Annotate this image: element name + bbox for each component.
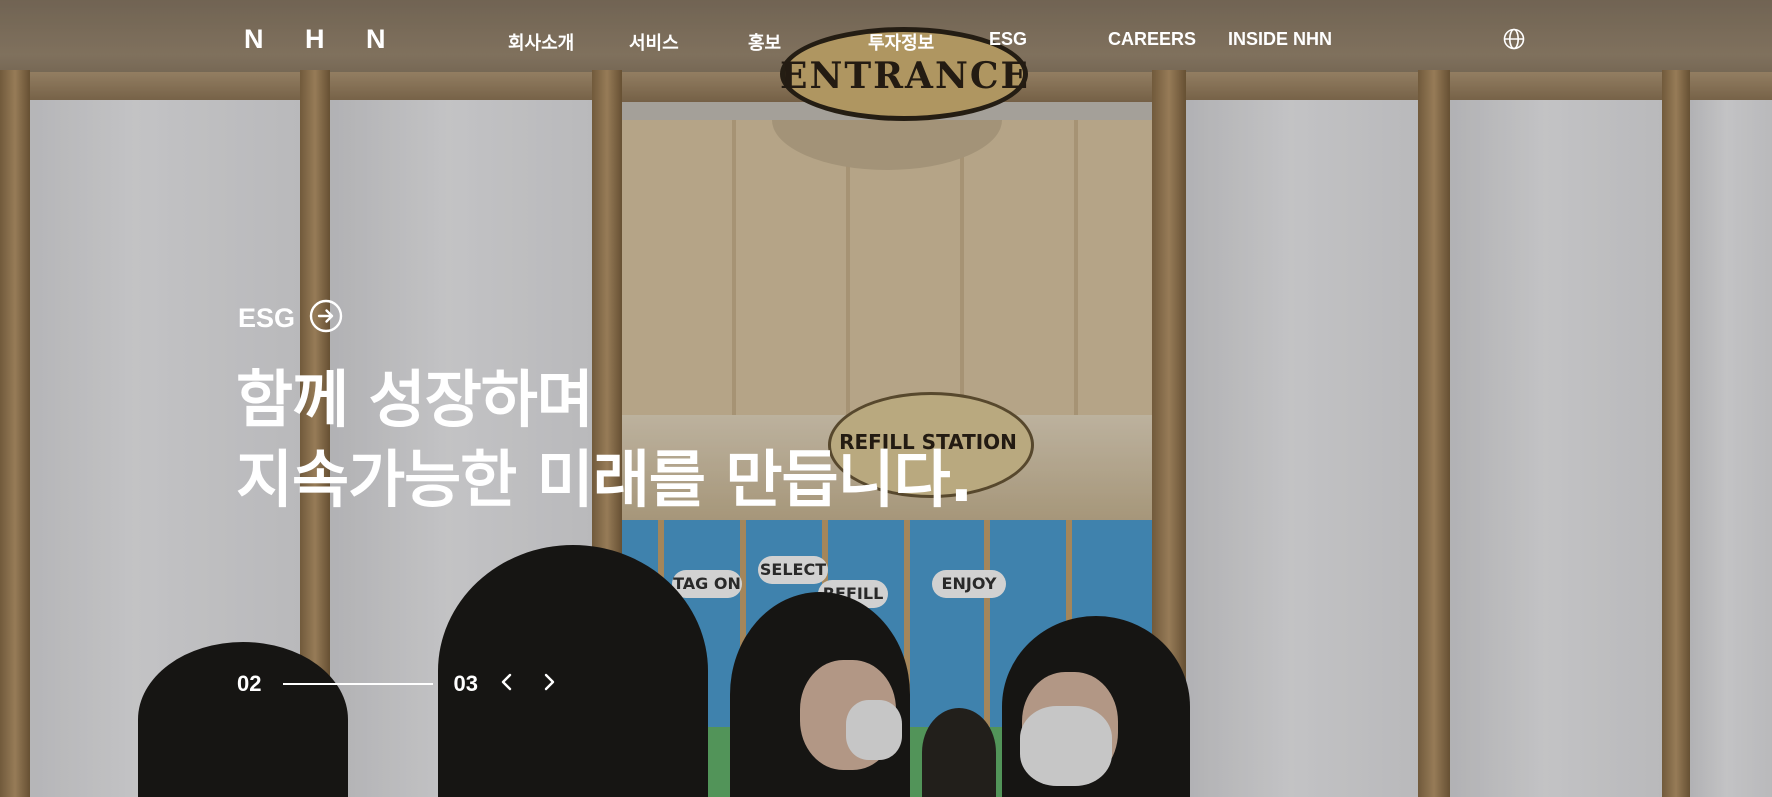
- nav-investors[interactable]: 투자정보: [868, 29, 934, 53]
- site-header: N H N 회사소개 서비스 홍보 투자정보 ESG CAREERS INSID…: [0, 0, 1772, 80]
- hero-category-label: ESG: [238, 302, 296, 333]
- slide-progress-bar: [283, 683, 434, 685]
- hero-title: 함께 성장하며 지속가능한 미래를 만듭니다.: [236, 360, 973, 520]
- slide-progress-fill: [283, 683, 434, 685]
- nav-careers[interactable]: CAREERS: [1108, 29, 1196, 53]
- nhn-logo[interactable]: N H N: [244, 24, 403, 55]
- next-slide-button[interactable]: [536, 671, 562, 697]
- nav-inside-nhn[interactable]: INSIDE NHN: [1228, 29, 1332, 53]
- slide-current: 02: [237, 671, 262, 696]
- nav-company[interactable]: 회사소개: [508, 29, 574, 53]
- nav-services[interactable]: 서비스: [629, 29, 679, 53]
- hero-title-line-1: 함께 성장하며: [236, 363, 594, 436]
- hero-stage: TAG ON SELECT REFILL ENJOY REFILL STATIO…: [0, 0, 1772, 797]
- slide-total: 03: [453, 671, 478, 696]
- globe-icon[interactable]: [1503, 28, 1525, 50]
- arrow-right-circle-icon: [309, 299, 343, 337]
- hero-category-link[interactable]: ESG: [238, 299, 343, 337]
- chevron-right-icon: [542, 673, 556, 695]
- nav-esg[interactable]: ESG: [989, 29, 1027, 53]
- chevron-left-icon: [500, 673, 514, 695]
- prev-slide-button[interactable]: [494, 671, 520, 697]
- nav-pr[interactable]: 홍보: [748, 29, 781, 53]
- slider-pager: 02 03: [237, 668, 562, 700]
- hero-title-line-2: 지속가능한 미래를 만듭니다.: [236, 443, 973, 516]
